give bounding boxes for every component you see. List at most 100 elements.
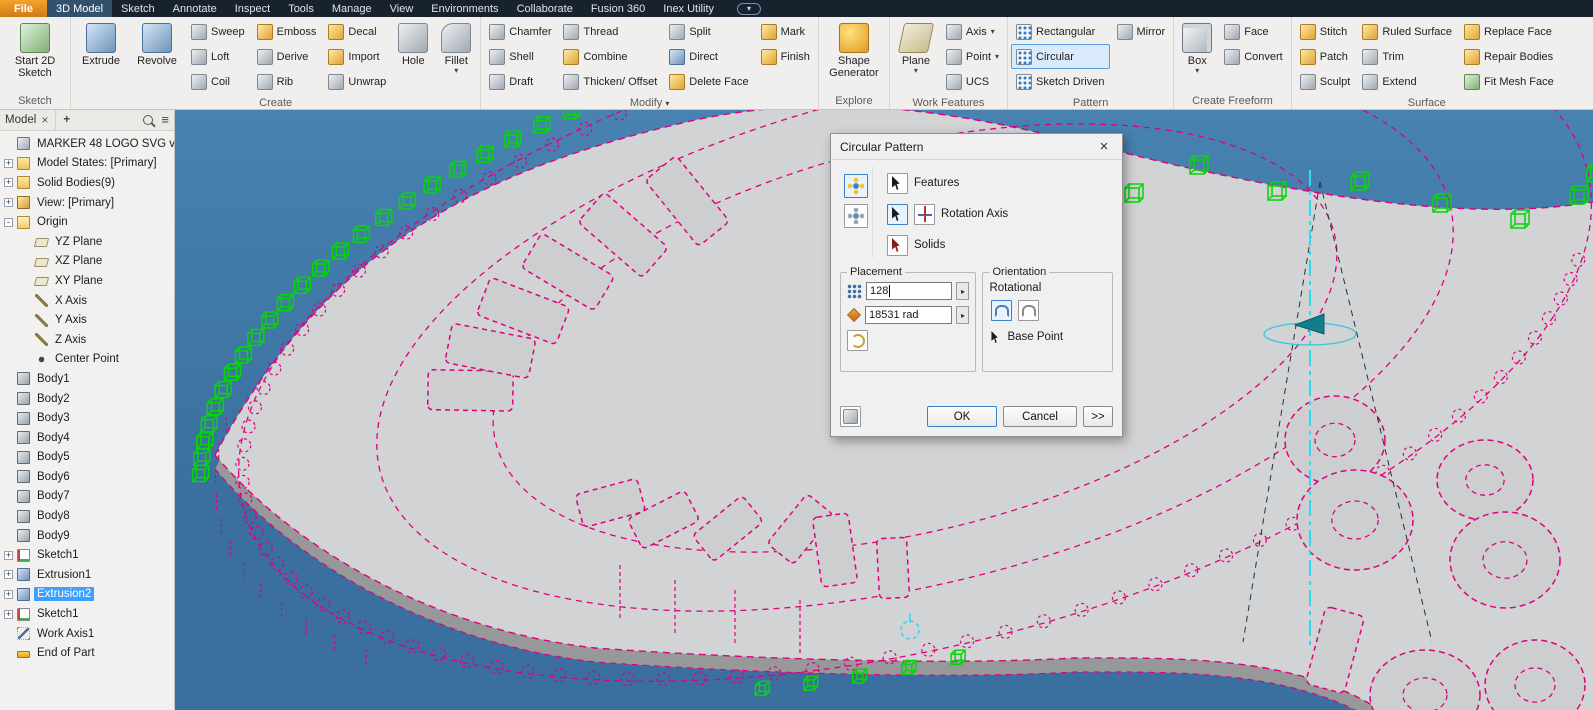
shape-generator-button[interactable]: Shape Generator [822, 19, 886, 80]
extend-button[interactable]: Extend [1357, 69, 1457, 94]
derive-button[interactable]: Derive [252, 44, 322, 69]
mirror-button[interactable]: Mirror [1112, 19, 1171, 44]
thicken-offset-button[interactable]: Thicken/ Offset [558, 69, 662, 94]
group-label-modify[interactable]: Modify ▾ [481, 96, 818, 110]
sculpt-button[interactable]: Sculpt [1295, 69, 1356, 94]
plane-button[interactable]: Plane ▾ [893, 19, 939, 76]
tree-item-z-axis[interactable]: Z Axis [0, 330, 174, 350]
split-button[interactable]: Split [664, 19, 753, 44]
mark-button[interactable]: Mark [756, 19, 815, 44]
patch-button[interactable]: Patch [1295, 44, 1356, 69]
tree-item-yz-plane[interactable]: YZ Plane [0, 232, 174, 252]
tab-collaborate[interactable]: Collaborate [508, 0, 582, 17]
tab-tools[interactable]: Tools [279, 0, 323, 17]
tree-item-sketch1[interactable]: + Sketch1 [0, 545, 174, 565]
dialog-help-button[interactable] [840, 406, 861, 427]
tree-item-end-of-part[interactable]: End of Part [0, 643, 174, 663]
tree-item-document[interactable]: MARKER 48 LOGO SVG v1.ipt [0, 134, 174, 154]
tree-item-extrusion2-selected[interactable]: + Extrusion2 [0, 585, 174, 605]
tree-item-y-axis[interactable]: Y Axis [0, 310, 174, 330]
orientation-fixed-button[interactable] [1018, 300, 1040, 321]
expand-toggle[interactable]: + [4, 198, 13, 208]
browser-tab-model[interactable]: Model × [5, 110, 57, 130]
stitch-button[interactable]: Stitch [1295, 19, 1356, 44]
extrude-button[interactable]: Extrude [74, 19, 128, 68]
replace-face-button[interactable]: Replace Face [1459, 19, 1559, 44]
expand-dialog-button[interactable]: >> [1083, 406, 1113, 427]
hole-button[interactable]: Hole [393, 19, 433, 68]
close-icon[interactable]: × [1095, 138, 1113, 155]
tree-item-body4[interactable]: Body4 [0, 428, 174, 448]
revolve-button[interactable]: Revolve [130, 19, 184, 68]
tab-view[interactable]: View [381, 0, 423, 17]
circular-pattern-dialog[interactable]: Circular Pattern × Features Rotation Axi… [830, 133, 1123, 437]
trim-button[interactable]: Trim [1357, 44, 1457, 69]
tree-item-body5[interactable]: Body5 [0, 448, 174, 468]
thread-button[interactable]: Thread [558, 19, 662, 44]
tree-item-extrusion1[interactable]: + Extrusion1 [0, 565, 174, 585]
rotation-axis-flip-button[interactable] [914, 203, 935, 225]
repair-bodies-button[interactable]: Repair Bodies [1459, 44, 1559, 69]
tree-item-sketch1-b[interactable]: + Sketch1 [0, 604, 174, 624]
expand-toggle[interactable]: - [4, 217, 13, 227]
ucs-button[interactable]: UCS [941, 69, 1004, 94]
rotation-axis-select-button[interactable] [887, 203, 908, 225]
ok-button[interactable]: OK [927, 406, 997, 427]
pattern-individual-features-button[interactable] [844, 174, 868, 198]
count-flyout-button[interactable]: ▸ [956, 282, 970, 300]
tree-item-x-axis[interactable]: X Axis [0, 291, 174, 311]
tree-item-xz-plane[interactable]: XZ Plane [0, 252, 174, 272]
circular-pattern-button[interactable]: Circular [1011, 44, 1110, 69]
expand-toggle[interactable]: + [4, 158, 13, 168]
face-button[interactable]: Face [1219, 19, 1288, 44]
sweep-button[interactable]: Sweep [186, 19, 250, 44]
tree-item-body3[interactable]: Body3 [0, 408, 174, 428]
browser-menu-icon[interactable]: ≡ [161, 113, 169, 126]
tab-sketch[interactable]: Sketch [112, 0, 164, 17]
direct-button[interactable]: Direct [664, 44, 753, 69]
midplane-button[interactable] [847, 330, 868, 351]
emboss-button[interactable]: Emboss [252, 19, 322, 44]
ruled-surface-button[interactable]: Ruled Surface [1357, 19, 1457, 44]
sketch-driven-pattern-button[interactable]: Sketch Driven [1011, 69, 1109, 94]
chamfer-button[interactable]: Chamfer [484, 19, 556, 44]
fit-mesh-face-button[interactable]: Fit Mesh Face [1459, 69, 1559, 94]
cancel-button[interactable]: Cancel [1003, 406, 1077, 427]
finish-button[interactable]: Finish [756, 44, 815, 69]
tree-item-body1[interactable]: Body1 [0, 369, 174, 389]
unwrap-button[interactable]: Unwrap [323, 69, 391, 94]
angle-input[interactable]: 18531 rad [865, 306, 953, 324]
tree-item-view[interactable]: + View: [Primary] [0, 193, 174, 213]
tree-item-xy-plane[interactable]: XY Plane [0, 271, 174, 291]
close-icon[interactable]: × [41, 113, 48, 127]
add-browser-tab-button[interactable]: + [63, 114, 70, 126]
import-button[interactable]: Import [323, 44, 391, 69]
tree-item-solid-bodies[interactable]: + Solid Bodies(9) [0, 173, 174, 193]
loft-button[interactable]: Loft [186, 44, 250, 69]
coil-button[interactable]: Coil [186, 69, 250, 94]
tree-item-origin[interactable]: - Origin [0, 212, 174, 232]
expand-toggle[interactable]: + [4, 178, 13, 188]
dialog-title-bar[interactable]: Circular Pattern × [831, 134, 1122, 160]
tree-item-model-states[interactable]: + Model States: [Primary] [0, 154, 174, 174]
file-menu-button[interactable]: File [0, 0, 47, 17]
tab-3d-model[interactable]: 3D Model [46, 0, 113, 17]
expand-toggle[interactable]: + [4, 609, 13, 619]
convert-button[interactable]: Convert [1219, 44, 1288, 69]
box-button[interactable]: Box ▾ [1177, 19, 1217, 76]
tree-item-body2[interactable]: Body2 [0, 389, 174, 409]
solids-select-button[interactable] [887, 234, 908, 256]
pattern-entire-solid-button[interactable] [844, 204, 868, 228]
shell-button[interactable]: Shell [484, 44, 556, 69]
rectangular-pattern-button[interactable]: Rectangular [1011, 19, 1109, 44]
tree-item-work-axis1[interactable]: Work Axis1 [0, 624, 174, 644]
fillet-button[interactable]: Fillet ▾ [435, 19, 477, 76]
draft-button[interactable]: Draft [484, 69, 556, 94]
tree-item-body7[interactable]: Body7 [0, 487, 174, 507]
occurrence-count-input[interactable]: 128 [866, 282, 953, 300]
tree-item-body6[interactable]: Body6 [0, 467, 174, 487]
tab-inspect[interactable]: Inspect [226, 0, 279, 17]
point-button[interactable]: Point ▾ [941, 44, 1004, 69]
decal-button[interactable]: Decal [323, 19, 391, 44]
angle-flyout-button[interactable]: ▸ [956, 306, 970, 324]
